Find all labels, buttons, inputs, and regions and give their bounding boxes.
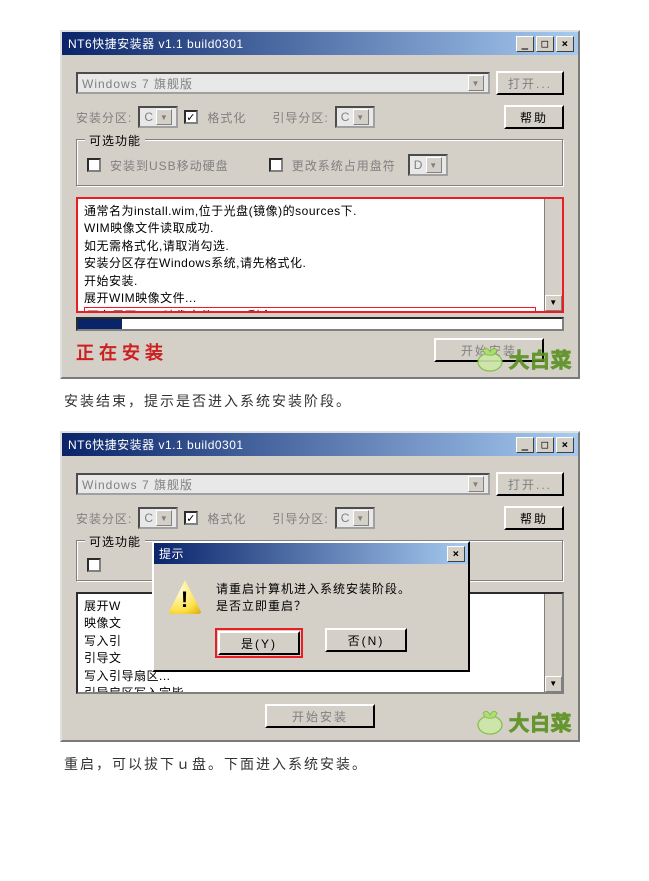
fieldset-title: 可选功能 — [85, 533, 145, 550]
chevron-down-icon[interactable]: ▼ — [156, 109, 172, 125]
log-line: 安装分区存在Windows系统,请先格式化. — [84, 255, 556, 272]
maximize-icon[interactable]: □ — [536, 437, 554, 453]
dialog-titlebar[interactable]: 提示 × — [154, 543, 468, 564]
log-line: 正在展开WIM映像文件: 9% (剩余 1:49 mins) — [84, 307, 536, 313]
usb-label: 安装到USB移动硬盘 — [110, 157, 229, 174]
chevron-down-icon[interactable]: ▼ — [426, 157, 442, 173]
dialog-title: 提示 — [159, 545, 445, 562]
log-line: 通常名为install.wim,位于光盘(镜像)的sources下. — [84, 203, 556, 220]
format-label: 格式化 — [207, 510, 246, 527]
help-button[interactable]: 帮助 — [504, 105, 564, 129]
open-button[interactable]: 打开... — [496, 472, 564, 496]
watermark-text: 大白菜 — [509, 344, 572, 373]
start-install-button[interactable]: 开始安装 — [265, 704, 375, 728]
drive-letter-checkbox[interactable] — [269, 158, 283, 172]
format-checkbox[interactable]: ✓ — [184, 511, 198, 525]
edition-text: Windows 7 旗舰版 — [82, 75, 193, 92]
log-line: 开始安装. — [84, 273, 556, 290]
scrollbar[interactable]: ▼ — [544, 594, 562, 692]
install-drive-select[interactable]: C ▼ — [138, 507, 178, 529]
edition-select[interactable]: Windows 7 旗舰版 ▼ — [76, 473, 490, 495]
scroll-down-icon[interactable]: ▼ — [545, 676, 562, 692]
yes-highlight: 是(Y) — [215, 628, 303, 658]
watermark: 大白菜 — [475, 707, 572, 736]
warning-icon: ! — [168, 580, 202, 614]
titlebar[interactable]: NT6快捷安装器 v1.1 build0301 _ □ × — [62, 433, 578, 456]
close-icon[interactable]: × — [556, 36, 574, 52]
progress-bar — [76, 317, 564, 331]
scrollbar[interactable]: ▼ — [544, 199, 562, 311]
caption-2: 重启，可以拔下ｕ盘。下面进入系统安装。 — [64, 754, 589, 774]
boot-part-label: 引导分区: — [272, 510, 328, 527]
boot-part-label: 引导分区: — [272, 109, 328, 126]
installer-window-1: NT6快捷安装器 v1.1 build0301 _ □ × Windows 7 … — [60, 30, 580, 379]
minimize-icon[interactable]: _ — [516, 36, 534, 52]
usb-checkbox[interactable] — [87, 558, 101, 572]
usb-checkbox[interactable] — [87, 158, 101, 172]
installer-window-2: NT6快捷安装器 v1.1 build0301 _ □ × Windows 7 … — [60, 431, 580, 742]
scroll-down-icon[interactable]: ▼ — [545, 295, 562, 311]
dialog-message: 请重启计算机进入系统安装阶段。 是否立即重启？ — [216, 580, 411, 614]
title-text: NT6快捷安装器 v1.1 build0301 — [68, 436, 514, 453]
title-text: NT6快捷安装器 v1.1 build0301 — [68, 35, 514, 52]
chevron-down-icon[interactable]: ▼ — [468, 476, 484, 492]
log-line: 如无需格式化,请取消勾选. — [84, 238, 556, 255]
install-drive-select[interactable]: C ▼ — [138, 106, 178, 128]
open-button[interactable]: 打开... — [496, 71, 564, 95]
install-part-label: 安装分区: — [76, 109, 132, 126]
chevron-down-icon[interactable]: ▼ — [468, 75, 484, 91]
progress-fill — [78, 319, 122, 329]
log-line: WIM映像文件读取成功. — [84, 220, 556, 237]
chevron-down-icon[interactable]: ▼ — [156, 510, 172, 526]
format-label: 格式化 — [207, 109, 246, 126]
boot-drive-select[interactable]: C ▼ — [335, 106, 375, 128]
chevron-down-icon[interactable]: ▼ — [353, 510, 369, 526]
boot-drive-select[interactable]: C ▼ — [335, 507, 375, 529]
chevron-down-icon[interactable]: ▼ — [353, 109, 369, 125]
log-area: 通常名为install.wim,位于光盘(镜像)的sources下. WIM映像… — [76, 197, 564, 313]
options-fieldset: 可选功能 安装到USB移动硬盘 更改系统占用盘符 D ▼ — [76, 139, 564, 187]
watermark: 大白菜 — [475, 344, 572, 373]
install-part-label: 安装分区: — [76, 510, 132, 527]
drive-letter-label: 更改系统占用盘符 — [292, 157, 396, 174]
yes-button[interactable]: 是(Y) — [218, 631, 300, 655]
titlebar[interactable]: NT6快捷安装器 v1.1 build0301 _ □ × — [62, 32, 578, 55]
cabbage-icon — [475, 709, 505, 735]
format-checkbox[interactable]: ✓ — [184, 110, 198, 124]
log-line: 展开WIM映像文件... — [84, 290, 556, 307]
caption-1: 安装结束，提示是否进入系统安装阶段。 — [64, 391, 589, 411]
minimize-icon[interactable]: _ — [516, 437, 534, 453]
drive-letter-select[interactable]: D ▼ — [408, 154, 448, 176]
dialog-line-2: 是否立即重启？ — [216, 597, 411, 614]
help-button[interactable]: 帮助 — [504, 506, 564, 530]
fieldset-title: 可选功能 — [85, 132, 145, 149]
edition-text: Windows 7 旗舰版 — [82, 476, 193, 493]
log-line: 引导扇区写入完毕. — [84, 685, 556, 694]
close-icon[interactable]: × — [556, 437, 574, 453]
close-icon[interactable]: × — [447, 546, 465, 562]
watermark-text: 大白菜 — [509, 707, 572, 736]
dialog-line-1: 请重启计算机进入系统安装阶段。 — [216, 580, 411, 597]
installing-label: 正在安装 — [76, 339, 168, 365]
edition-select[interactable]: Windows 7 旗舰版 ▼ — [76, 72, 490, 94]
maximize-icon[interactable]: □ — [536, 36, 554, 52]
confirm-dialog: 提示 × ! 请重启计算机进入系统安装阶段。 是否立即重启？ 是(Y) 否(N) — [152, 541, 470, 672]
cabbage-icon — [475, 346, 505, 372]
no-button[interactable]: 否(N) — [325, 628, 407, 652]
